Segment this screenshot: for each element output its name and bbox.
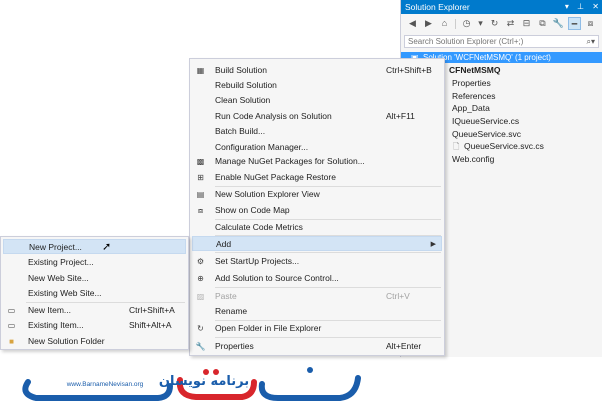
code-map-icon: ⧈ — [197, 206, 204, 215]
collapse-all-icon[interactable]: ⊟ — [520, 17, 533, 30]
home-icon[interactable]: ⌂ — [438, 17, 451, 30]
open-folder-icon: ↻ — [197, 324, 204, 333]
wrench-icon[interactable]: 🔧 — [552, 17, 565, 30]
menu-item-add[interactable]: Add ▶ — [192, 236, 442, 251]
menu-item-run-code-analysis[interactable]: Run Code Analysis on Solution Alt+F11 — [192, 109, 442, 124]
back-icon[interactable]: ◀ — [406, 17, 419, 30]
tree-item-properties[interactable]: Properties — [452, 78, 491, 89]
new-view-icon: ▤ — [196, 190, 205, 199]
title-bar-buttons: ▾ ⊥ ✕ — [559, 0, 599, 14]
forward-icon[interactable]: ▶ — [422, 17, 435, 30]
search-icon[interactable]: ⌕▾ — [587, 36, 596, 47]
menu-item-show-on-code-map[interactable]: ⧈ Show on Code Map — [192, 203, 442, 218]
menu-item-build-solution[interactable]: ▦ Build Solution Ctrl+Shift+B — [192, 63, 442, 78]
existing-item-icon: ▭ — [7, 321, 16, 330]
pin-icon[interactable]: ⊥ — [577, 2, 584, 11]
restore-icon: ⊞ — [197, 173, 204, 182]
logo-url-text: www.BarnameNevisan.org — [66, 381, 144, 388]
copy-icon[interactable]: ⧉ — [536, 17, 549, 30]
menu-item-paste[interactable]: ▨ Paste Ctrl+V — [192, 289, 442, 304]
build-icon: ▦ — [196, 66, 205, 75]
submenu-arrow-icon: ▶ — [430, 241, 436, 248]
close-icon[interactable]: ✕ — [592, 2, 599, 11]
tree-item-iqueueservice[interactable]: IQueueService.cs — [452, 116, 519, 127]
history-icon[interactable]: ◷ — [460, 17, 473, 30]
solution-explorer-title-bar: Solution Explorer ▾ ⊥ ✕ — [401, 0, 602, 14]
tree-item-web-config[interactable]: Web.config — [452, 154, 494, 165]
project-label: CFNetMSMQ — [449, 65, 501, 75]
class-view-icon[interactable]: ⧈ — [584, 17, 597, 30]
menu-item-rename[interactable]: Rename — [192, 304, 442, 319]
csharp-file-icon: 🗋 — [453, 142, 460, 151]
logo-brand-text: برنامه نویسان — [159, 374, 249, 389]
submenu-item-existing-project[interactable]: Existing Project... — [3, 255, 186, 270]
sync-icon[interactable]: ⇄ — [504, 17, 517, 30]
menu-item-clean-solution[interactable]: Clean Solution — [192, 93, 442, 108]
barnamenevisan-logo: برنامه نویسان www.BarnameNevisan.org — [22, 367, 361, 401]
tree-item-queueservice-svc-cs[interactable]: 🗋 QueueService.svc.cs — [453, 141, 544, 152]
submenu-item-new-web-site[interactable]: New Web Site... — [3, 271, 186, 286]
solution-context-menu: ▦ Build Solution Ctrl+Shift+B Rebuild So… — [189, 58, 445, 356]
menu-item-open-folder[interactable]: ↻ Open Folder in File Explorer — [192, 321, 442, 336]
wrench-icon: 🔧 — [195, 342, 206, 351]
menu-item-rebuild-solution[interactable]: Rebuild Solution — [192, 78, 442, 93]
solution-explorer-toolbar: ◀ ▶ ⌂ ◷ ▾ ↻ ⇄ ⊟ ⧉ 🔧 ━ ⧈ — [401, 16, 602, 33]
menu-item-manage-nuget[interactable]: ▩ Manage NuGet Packages for Solution... — [192, 154, 442, 169]
menu-item-batch-build[interactable]: Batch Build... — [192, 124, 442, 139]
submenu-item-new-item[interactable]: ▭ New Item... Ctrl+Shift+A — [3, 303, 186, 318]
source-control-icon: ⊕ — [197, 274, 204, 283]
submenu-item-new-project[interactable]: New Project... — [3, 239, 186, 254]
new-item-icon: ▭ — [7, 306, 16, 315]
dropdown-icon[interactable]: ▾ — [565, 2, 569, 11]
gear-icon: ⚙ — [196, 257, 205, 266]
menu-item-new-solution-explorer-view[interactable]: ▤ New Solution Explorer View — [192, 187, 442, 202]
menu-item-calculate-code-metrics[interactable]: Calculate Code Metrics — [192, 220, 442, 235]
tree-item-queueservice-svc[interactable]: QueueService.svc — [452, 129, 521, 140]
submenu-item-existing-web-site[interactable]: Existing Web Site... — [3, 286, 186, 301]
add-submenu: New Project... Existing Project... New W… — [0, 236, 189, 350]
menu-item-enable-nuget-restore[interactable]: ⊞ Enable NuGet Package Restore — [192, 170, 442, 185]
search-box[interactable]: ⌕▾ — [404, 35, 599, 48]
menu-item-set-startup-projects[interactable]: ⚙ Set StartUp Projects... — [192, 254, 442, 269]
solution-explorer-title: Solution Explorer — [405, 2, 470, 12]
refresh-icon[interactable]: ↻ — [488, 17, 501, 30]
menu-item-add-to-source-control[interactable]: ⊕ Add Solution to Source Control... — [192, 271, 442, 286]
submenu-item-existing-item[interactable]: ▭ Existing Item... Shift+Alt+A — [3, 318, 186, 333]
menu-item-configuration-manager[interactable]: Configuration Manager... — [192, 140, 442, 155]
tree-item-app-data[interactable]: App_Data — [452, 103, 490, 114]
submenu-item-new-solution-folder[interactable]: ■ New Solution Folder — [3, 334, 186, 349]
search-input[interactable] — [405, 36, 580, 47]
paste-icon: ▨ — [196, 292, 205, 301]
folder-icon: ■ — [9, 337, 14, 346]
tree-item-references[interactable]: References — [452, 91, 495, 102]
menu-item-properties[interactable]: 🔧 Properties Alt+Enter — [192, 339, 442, 354]
chevron-down-icon[interactable]: ▾ — [474, 17, 487, 30]
mouse-cursor-icon: ➚ — [102, 241, 112, 253]
nuget-icon: ▩ — [196, 157, 205, 166]
project-node[interactable]: CFNetMSMQ — [449, 65, 500, 76]
show-all-files-icon[interactable]: ━ — [568, 17, 581, 30]
